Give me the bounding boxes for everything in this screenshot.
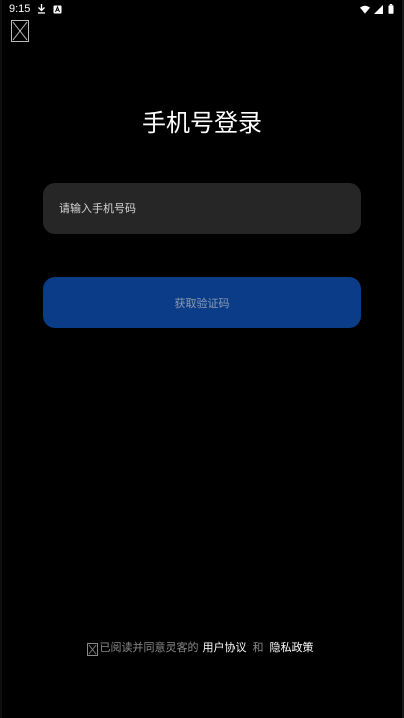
phone-input[interactable] bbox=[59, 202, 345, 215]
wifi-icon bbox=[360, 4, 370, 14]
get-code-button[interactable]: 获取验证码 bbox=[43, 277, 361, 328]
close-button[interactable] bbox=[11, 20, 29, 42]
phone-field[interactable] bbox=[43, 183, 361, 234]
signal-icon bbox=[373, 4, 383, 14]
battery-icon bbox=[386, 4, 396, 14]
agreement-conjunction: 和 bbox=[252, 641, 264, 654]
broken-image-icon bbox=[12, 21, 28, 41]
status-left: 9:15 bbox=[9, 3, 62, 15]
agreement-row: 已阅读并同意灵客的 用户协议 和 隐私政策 bbox=[0, 640, 404, 656]
status-bar: 9:15 bbox=[0, 0, 404, 18]
user-agreement-link[interactable]: 用户协议 bbox=[203, 640, 247, 656]
notification-a-icon bbox=[52, 4, 62, 14]
status-right bbox=[360, 4, 396, 14]
privacy-policy-link[interactable]: 隐私政策 bbox=[270, 640, 314, 656]
download-icon bbox=[36, 4, 46, 14]
status-time: 9:15 bbox=[9, 3, 31, 15]
page-title: 手机号登录 bbox=[142, 109, 262, 137]
agree-checkbox[interactable] bbox=[86, 642, 98, 656]
agreement-prefix: 已阅读并同意灵客的 bbox=[99, 641, 199, 654]
